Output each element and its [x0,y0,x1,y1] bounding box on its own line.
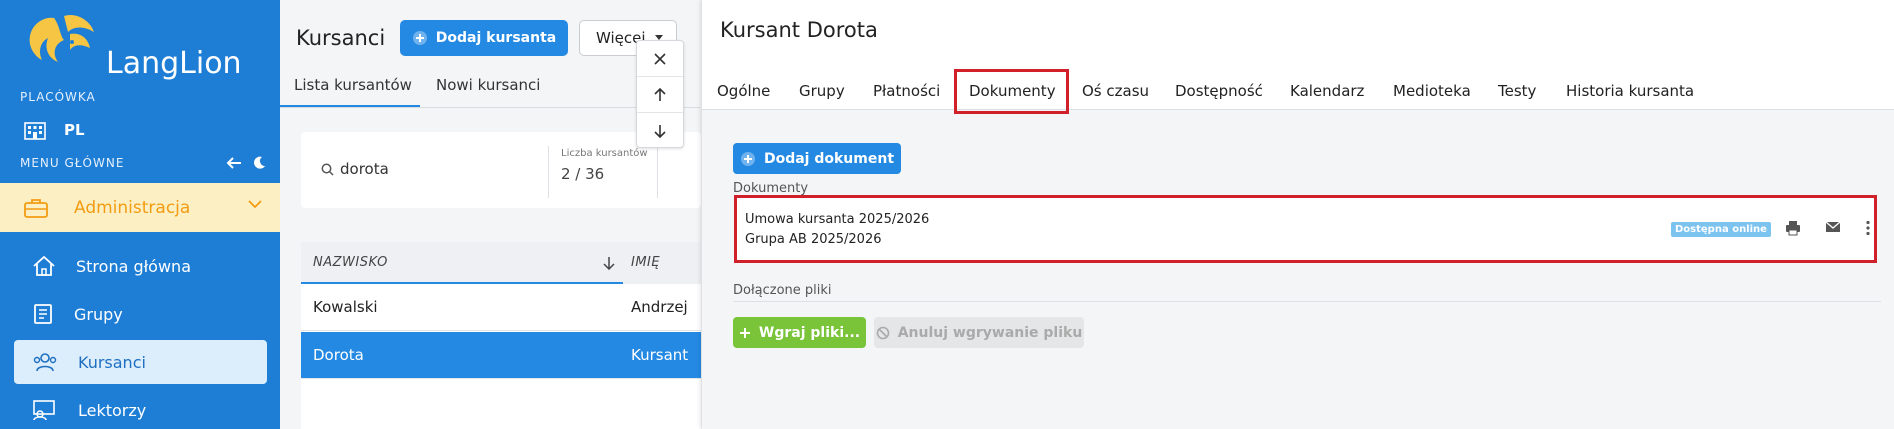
table-row-selected[interactable]: Dorota Kursant [301,332,701,379]
branch-selector[interactable]: PL [24,120,85,140]
cell-name: Kursant [631,346,689,364]
tab-groups[interactable]: Grupy [799,82,845,100]
branch-name: PL [64,121,85,139]
upload-files-button[interactable]: Wgraj pliki... [733,317,866,348]
sidebar-item-label: Strona główna [76,256,191,276]
tab-new-students[interactable]: Nowi kursanci [436,76,540,94]
sidebar-admin-label: Administracja [74,197,191,218]
table-header: NAZWISKO IMIĘ [301,242,701,284]
close-icon [654,52,666,65]
active-tab-highlight [954,69,1069,114]
document-item[interactable]: Umowa kursanta 2025/2026 Grupa AB 2025/2… [734,195,1877,263]
mail-icon[interactable] [1825,220,1841,234]
briefcase-icon [24,198,48,218]
plus-circle-icon [740,151,755,166]
attached-files-label: Dołączone pliki [733,283,832,298]
home-icon [33,255,55,276]
cell-name: Andrzej [631,298,688,316]
sidebar-item-home[interactable]: Strona główna [14,244,267,288]
lion-logo-icon [29,14,94,63]
sidebar-item-label: Lektorzy [78,400,147,420]
logo-text: LangLion [106,46,242,81]
sidebar: LangLion PLACÓWKA PL MENU GŁÓWNE Adminis… [0,0,280,429]
tab-timeline[interactable]: Oś czasu [1082,82,1149,100]
logo[interactable]: LangLion [24,8,242,81]
close-panel-button[interactable] [637,41,683,77]
book-icon [34,304,52,324]
student-detail-panel: Kursant Dorota Ogólne Grupy Płatności Do… [702,0,1894,429]
tab-tests[interactable]: Testy [1498,82,1536,100]
more-vertical-icon[interactable] [1865,220,1871,236]
cancel-upload-button[interactable]: Anuluj wgrywanie pliku [874,317,1084,348]
active-tab-underline [280,105,420,107]
cell-surname: Kowalski [313,298,378,316]
count-value: 2 / 36 [561,165,605,183]
detail-title: Kursant Dorota [720,18,878,42]
sidebar-item-students[interactable]: Kursanci [14,340,267,384]
cancel-upload-label: Anuluj wgrywanie pliku [897,324,1083,341]
sidebar-admin-menu[interactable]: Administracja [0,183,280,232]
sidebar-item-label: Grupy [74,304,123,324]
add-student-label: Dodaj kursanta [435,30,557,46]
sort-down-arrow-icon[interactable] [603,256,615,270]
collapse-arrow-icon[interactable] [226,156,242,170]
add-document-button[interactable]: Dodaj dokument [733,143,901,174]
sidebar-item-groups[interactable]: Grupy [14,292,267,336]
search-value: dorota [340,160,389,178]
scroll-down-button[interactable] [637,113,683,149]
arrow-down-icon [654,125,666,138]
online-status-badge: Dostępna online [1671,222,1771,237]
plus-icon [739,327,750,338]
students-table: NAZWISKO IMIĘ Kowalski Andrzej Dorota Ku… [301,242,701,429]
tab-student-history[interactable]: Historia kursanta [1566,82,1694,100]
tab-payments[interactable]: Płatności [873,82,940,100]
tab-student-list[interactable]: Lista kursantów [294,76,412,94]
chevron-down-icon [248,200,262,209]
teacher-icon [33,400,55,421]
add-document-label: Dodaj dokument [763,150,895,167]
users-icon [33,353,57,372]
add-student-button[interactable]: Dodaj kursanta [400,20,568,56]
moon-icon[interactable] [252,156,266,170]
tab-general[interactable]: Ogólne [717,82,770,100]
branch-section-label: PLACÓWKA [20,90,96,104]
detail-header: Kursant Dorota Ogólne Grupy Płatności Do… [702,0,1894,114]
tab-media-library[interactable]: Medioteka [1393,82,1471,100]
student-count: Liczba kursantów 2 / 36 [548,146,658,198]
list-title: Kursanci [296,26,386,50]
ban-icon [876,326,889,339]
scroll-up-button[interactable] [637,77,683,113]
count-label: Liczba kursantów [561,148,648,159]
upload-files-label: Wgraj pliki... [758,324,861,341]
documents-section-label: Dokumenty [733,181,809,196]
column-header-name[interactable]: IMIĘ [631,255,660,270]
divider [733,301,1881,302]
search-icon [321,163,334,176]
table-row[interactable]: Kowalski Andrzej [301,284,701,331]
sidebar-controls [226,156,266,170]
menu-section-label: MENU GŁÓWNE [20,156,125,170]
cell-surname: Dorota [313,346,364,364]
tab-availability[interactable]: Dostępność [1175,82,1263,100]
document-title: Umowa kursanta 2025/2026 [745,212,930,227]
column-header-surname[interactable]: NAZWISKO [313,255,388,270]
document-group: Grupa AB 2025/2026 [745,232,882,247]
floating-tools [636,40,684,148]
search-input[interactable]: dorota [321,160,389,178]
plus-circle-icon [412,31,427,45]
building-icon [24,122,46,140]
arrow-up-icon [654,87,666,101]
tab-calendar[interactable]: Kalendarz [1290,82,1364,100]
print-icon[interactable] [1785,220,1801,236]
sidebar-item-teachers[interactable]: Lektorzy [14,388,267,429]
sidebar-item-label: Kursanci [78,352,146,372]
